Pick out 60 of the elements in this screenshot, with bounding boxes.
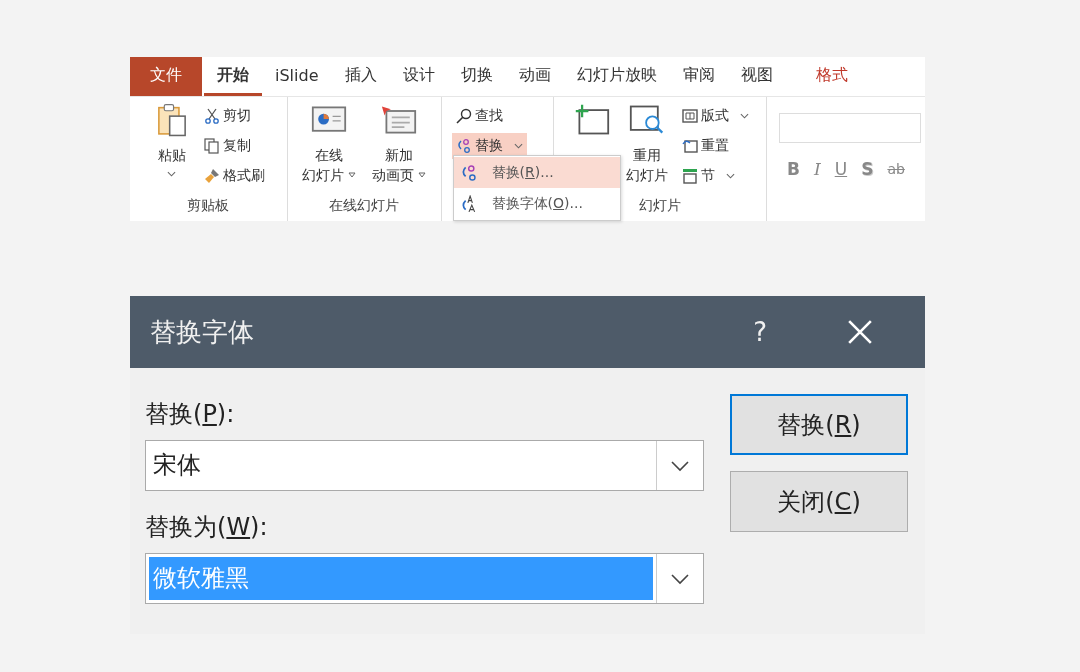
combo-value: 微软雅黑 <box>149 557 653 600</box>
reuse-slides-button[interactable]: 重用 幻灯片 <box>619 101 674 197</box>
chevron-down-icon <box>670 572 690 585</box>
ribbon-tab[interactable]: 切换 <box>447 57 506 96</box>
group-label: 幻灯片 <box>639 197 681 215</box>
chevron-down-icon <box>670 459 690 472</box>
chevron-down-icon <box>513 143 523 149</box>
chevron-down-icon <box>725 173 735 179</box>
menu-item[interactable]: 替换字体(O)... <box>453 188 620 219</box>
font-style-button[interactable]: U <box>834 159 848 179</box>
font-combo-box[interactable]: 宋体 <box>145 440 704 491</box>
ribbon-tab[interactable]: 动画 <box>505 57 564 96</box>
format-painter-button[interactable]: 格式刷 <box>199 163 269 189</box>
ribbon-tab[interactable]: iSlide <box>262 57 332 96</box>
replace-icon <box>455 138 472 154</box>
ribbon-tab[interactable]: 审阅 <box>669 57 728 96</box>
section-icon <box>681 168 698 184</box>
new-animation-page-button[interactable]: 新加 动画页 <box>366 101 433 197</box>
help-button[interactable]: ? <box>753 317 767 347</box>
field-label: 替换为(W): <box>145 512 269 543</box>
ribbon-tab[interactable]: 格式 <box>785 57 878 96</box>
ribbon-tab[interactable]: 视图 <box>727 57 786 96</box>
copy-icon <box>203 138 220 154</box>
font-style-button[interactable]: I <box>813 159 821 179</box>
paste-button[interactable]: 粘贴 <box>147 101 196 197</box>
ribbon-tab[interactable]: 开始 <box>204 57 262 96</box>
online-slides-button[interactable]: 在线 幻灯片 <box>296 101 363 197</box>
reset-icon <box>681 138 698 154</box>
close-icon <box>847 319 873 345</box>
copy-button[interactable]: 复制 <box>199 133 269 159</box>
ribbon-tab[interactable]: 设计 <box>389 57 448 96</box>
scissors-icon <box>203 108 220 124</box>
ribbon-tab[interactable]: 幻灯片放映 <box>563 57 670 96</box>
dialog-button[interactable]: 关闭(C) <box>730 471 908 532</box>
search-icon <box>455 108 472 124</box>
chevron-down-icon <box>739 113 749 119</box>
group-label: 剪贴板 <box>187 197 230 215</box>
new-slide-icon <box>573 103 610 137</box>
cut-button[interactable]: 剪切 <box>199 103 269 129</box>
reset-button[interactable]: 重置 <box>677 133 753 159</box>
ribbon-tab[interactable]: 插入 <box>331 57 390 96</box>
font-style-button[interactable]: S <box>861 159 874 179</box>
ribbon-tab[interactable]: 文件 <box>130 57 202 96</box>
dialog-title: 替换字体 <box>150 315 255 349</box>
combo-value: 宋体 <box>152 450 202 481</box>
chevron-down-icon <box>167 171 177 177</box>
font-name-field[interactable] <box>779 113 921 143</box>
layout-button[interactable]: 版式 <box>677 103 753 129</box>
menu-item[interactable]: 替换(R)... <box>453 157 620 188</box>
group-label: 在线幻灯片 <box>329 197 400 215</box>
brush-icon <box>203 168 220 184</box>
layout-icon <box>681 108 698 124</box>
font-style-button[interactable]: ab <box>887 159 905 179</box>
dropdown-arrow-icon <box>418 172 427 178</box>
dropdown-arrow-icon <box>348 172 357 178</box>
field-label: 替换(P): <box>145 399 236 430</box>
section-button[interactable]: 节 <box>677 163 753 189</box>
find-button[interactable]: 查找 <box>451 103 527 129</box>
dialog-button[interactable]: 替换(R) <box>730 394 908 455</box>
font-style-button[interactable]: B <box>787 159 800 179</box>
